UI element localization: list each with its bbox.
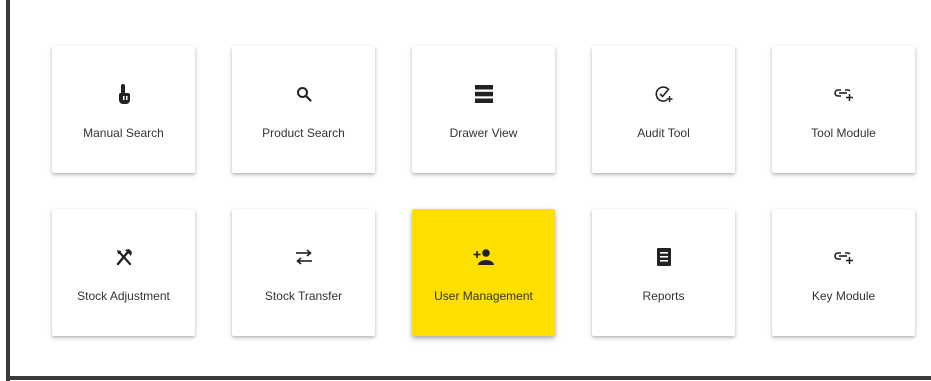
link-add-icon [772,245,915,269]
tile-manual-search[interactable]: Manual Search [52,46,195,173]
tile-label: Manual Search [83,126,164,140]
tile-label: Audit Tool [637,126,690,140]
bottom-frame-border [6,376,931,380]
tile-label: Reports [642,289,685,303]
tile-label: Stock Adjustment [77,289,170,303]
document-list-icon [592,245,735,269]
tile-label: Drawer View [449,126,518,140]
tile-label: Tool Module [811,126,876,140]
tools-icon [52,245,195,269]
tile-tool-module[interactable]: Tool Module [772,46,915,173]
tile-stock-transfer[interactable]: Stock Transfer [232,209,375,336]
tile-label: Stock Transfer [264,289,343,303]
tile-stock-adjustment[interactable]: Stock Adjustment [52,209,195,336]
tile-reports[interactable]: Reports [592,209,735,336]
check-add-icon [592,82,735,106]
link-add-icon [772,82,915,106]
drawer-stack-icon [412,82,555,106]
tile-drawer-view[interactable]: Drawer View [412,46,555,173]
tile-label: Product Search [262,126,345,140]
tile-label: Key Module [811,289,876,303]
module-dashboard: Manual Search Product Search Drawer View [0,0,931,381]
tile-label: User Management [434,289,533,303]
transfer-arrows-icon [232,245,375,269]
module-grid: Manual Search Product Search Drawer View [52,46,916,336]
left-frame-border [6,0,10,381]
tile-key-module[interactable]: Key Module [772,209,915,336]
tile-audit-tool[interactable]: Audit Tool [592,46,735,173]
tile-user-management[interactable]: User Management [412,209,555,336]
touch-hand-icon [52,82,195,106]
add-user-icon [412,245,555,269]
tile-product-search[interactable]: Product Search [232,46,375,173]
search-icon [232,82,375,106]
